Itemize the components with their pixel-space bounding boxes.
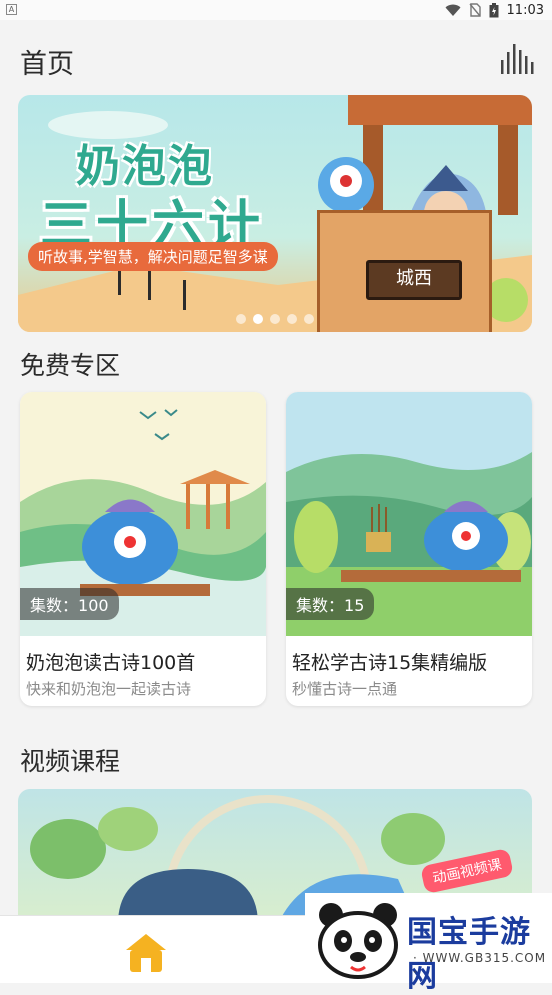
carousel-dot[interactable] xyxy=(304,314,314,324)
episode-count-badge: 集数：100 xyxy=(20,588,119,620)
city-gate-sign: 城西 xyxy=(366,260,462,300)
banner-tagline: 听故事,学智慧，解决问题足智多谋 xyxy=(28,242,278,271)
page-title: 首页 xyxy=(20,49,74,80)
carousel-dot[interactable] xyxy=(287,314,297,324)
notification-app-icon: A xyxy=(6,4,17,15)
home-icon[interactable] xyxy=(122,930,170,974)
status-bar: A 11:03 xyxy=(0,0,552,20)
episode-count-label: 集数： xyxy=(30,596,79,615)
section-title-free: 免费专区 xyxy=(20,351,121,380)
course-title: 奶泡泡读古诗100首 xyxy=(26,652,196,674)
status-icons: 11:03 xyxy=(445,0,544,20)
panda-logo xyxy=(318,903,398,979)
episode-count-label: 集数： xyxy=(296,596,345,615)
battery-icon xyxy=(489,2,499,17)
episode-count-value: 100 xyxy=(78,596,109,615)
episode-count-badge: 集数：15 xyxy=(286,588,375,620)
carousel-dot[interactable] xyxy=(236,314,246,324)
equalizer-icon[interactable] xyxy=(500,42,534,74)
course-subtitle: 快来和奶泡泡一起读古诗 xyxy=(26,680,192,698)
status-time: 11:03 xyxy=(506,2,544,18)
course-card[interactable]: 集数：100 奶泡泡读古诗100首 快来和奶泡泡一起读古诗 xyxy=(20,392,266,706)
watermark: 国宝手游网 · WWW.GB315.COM · xyxy=(305,893,552,994)
carousel-dots xyxy=(18,314,532,324)
episode-count-value: 15 xyxy=(344,596,365,615)
course-title: 轻松学古诗15集精编版 xyxy=(292,652,488,674)
course-subtitle: 秒懂古诗一点通 xyxy=(292,680,398,698)
banner-carousel[interactable]: 城西 奶泡泡 三十六计 听故事,学智慧，解决问题足智多谋 xyxy=(18,95,532,332)
header: 首页 xyxy=(0,20,552,94)
carousel-dot[interactable] xyxy=(270,314,280,324)
section-title-video: 视频课程 xyxy=(20,747,121,776)
no-sim-icon xyxy=(468,3,481,17)
course-card[interactable]: 集数：15 轻松学古诗15集精编版 秒懂古诗一点通 xyxy=(286,392,532,706)
wifi-icon xyxy=(445,4,461,16)
watermark-url: · WWW.GB315.COM · xyxy=(413,951,547,979)
carousel-dot-active[interactable] xyxy=(253,314,263,324)
